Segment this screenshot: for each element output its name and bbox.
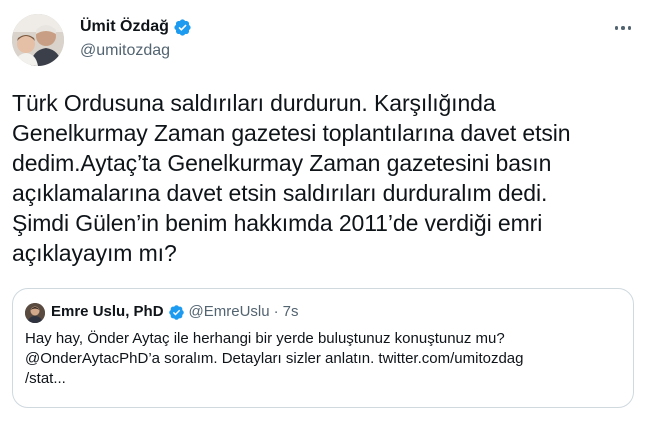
more-dot xyxy=(627,26,632,30)
separator-dot: · xyxy=(273,303,279,320)
quoted-tweet-text: Hay hay, Önder Aytaç ile herhangi bir ye… xyxy=(25,330,524,387)
quoted-tweet-header: Emre Uslu, PhD @EmreUslu · 7s xyxy=(51,302,298,322)
author-avatar[interactable] xyxy=(12,14,64,66)
author-handle[interactable]: @umitozdag xyxy=(80,41,170,61)
quoted-author-avatar[interactable] xyxy=(25,303,45,323)
more-dot xyxy=(621,26,625,30)
verified-badge-icon xyxy=(168,304,184,320)
more-options-icon[interactable] xyxy=(612,18,634,38)
quoted-author-handle[interactable]: @EmreUslu xyxy=(189,302,270,322)
tweet-card: Ümit Özdağ @umitozdag Türk Ordusuna sald… xyxy=(0,0,650,427)
quoted-tweet[interactable]: Emre Uslu, PhD @EmreUslu · 7s Hay hay, Ö… xyxy=(12,288,634,408)
profile-photo-icon xyxy=(25,303,45,323)
quoted-author-name[interactable]: Emre Uslu, PhD xyxy=(51,302,164,322)
quoted-timestamp[interactable]: 7s xyxy=(283,302,299,322)
author-name[interactable]: Ümit Özdağ xyxy=(80,17,169,37)
more-dot xyxy=(614,26,619,30)
profile-photo-icon xyxy=(12,14,64,66)
author-name-row[interactable]: Ümit Özdağ xyxy=(80,17,192,37)
verified-badge-icon xyxy=(174,18,191,36)
tweet-text: Türk Ordusuna saldırıları durdurun. Karş… xyxy=(12,90,571,266)
